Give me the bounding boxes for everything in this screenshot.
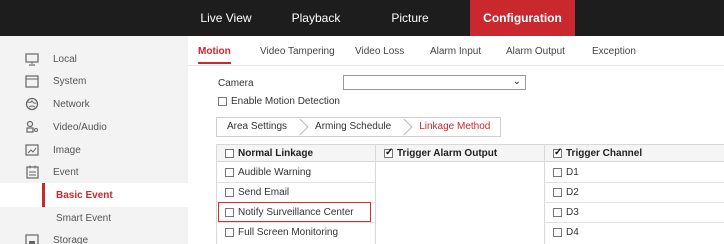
option-label: D2 (566, 186, 579, 198)
active-tab-underline (198, 62, 231, 64)
option-label: Full Screen Monitoring (238, 226, 339, 238)
step-linkage-method[interactable]: Linkage Method (409, 118, 500, 136)
camera-label: Camera (218, 78, 254, 89)
sidebar-item-smart-event[interactable]: Smart Event (0, 206, 188, 230)
enable-motion-detection-checkbox[interactable] (218, 97, 227, 106)
sidebar-item-system[interactable]: System (0, 69, 188, 93)
tab-motion[interactable]: Motion (198, 46, 231, 57)
header-label: Trigger Alarm Output (397, 148, 498, 159)
nav-configuration[interactable]: Configuration (470, 0, 575, 36)
storage-icon (24, 232, 40, 244)
table-row: Send Email D2 (217, 182, 724, 202)
sidebar-item-video-audio[interactable]: Video/Audio (0, 115, 188, 139)
table-row: Full Screen Monitoring D4 (217, 222, 724, 242)
sidebar-item-label: System (53, 75, 87, 87)
channel-d3-checkbox[interactable] (553, 207, 562, 217)
sidebar-item-label: Event (53, 166, 79, 178)
camera-select[interactable]: ⌄ (343, 75, 526, 90)
sidebar-item-label: Video/Audio (53, 121, 107, 133)
tab-exception[interactable]: Exception (592, 46, 636, 57)
sidebar-item-label: Network (53, 98, 90, 110)
sidebar-item-basic-event[interactable]: Basic Event (0, 183, 188, 207)
header-label: Trigger Channel (566, 148, 643, 159)
enable-motion-detection-label: Enable Motion Detection (231, 96, 340, 107)
tab-alarm-input[interactable]: Alarm Input (430, 46, 481, 57)
image-icon (24, 142, 40, 158)
sidebar-item-local[interactable]: Local (0, 47, 188, 71)
step-separator (401, 118, 409, 136)
sidebar-item-network[interactable]: Network (0, 92, 188, 116)
top-nav-bar: Live View Playback Picture Configuration (0, 0, 724, 36)
channel-d1-option[interactable]: D1 (553, 162, 579, 182)
send-email-checkbox[interactable] (225, 187, 234, 197)
tab-video-loss[interactable]: Video Loss (355, 46, 404, 57)
step-area-settings[interactable]: Area Settings (217, 118, 297, 136)
sidebar-item-label: Local (53, 53, 77, 65)
nav-live-view[interactable]: Live View (196, 0, 256, 36)
linkage-table: Normal Linkage Trigger Alarm Output Trig… (216, 144, 724, 244)
notify-surveillance-center-highlight (218, 202, 371, 222)
globe-icon (24, 96, 40, 112)
channel-d2-checkbox[interactable] (553, 187, 562, 197)
tab-alarm-output[interactable]: Alarm Output (506, 46, 565, 57)
video-audio-icon (24, 119, 40, 135)
send-email-option[interactable]: Send Email (225, 182, 289, 202)
tab-divider (188, 65, 724, 66)
channel-d4-option[interactable]: D4 (553, 222, 579, 242)
table-row: Audible Warning D1 (217, 162, 724, 182)
header-label: Normal Linkage (238, 148, 314, 159)
audible-warning-option[interactable]: Audible Warning (225, 162, 311, 182)
linkage-table-header: Normal Linkage Trigger Alarm Output Trig… (217, 144, 724, 162)
nav-playback[interactable]: Playback (285, 0, 347, 36)
enable-motion-detection-row[interactable]: Enable Motion Detection (218, 96, 340, 107)
full-screen-monitoring-option[interactable]: Full Screen Monitoring (225, 222, 338, 242)
header-normal-linkage[interactable]: Normal Linkage (225, 145, 313, 162)
sidebar-item-storage[interactable]: Storage (0, 228, 188, 244)
header-trigger-alarm-output[interactable]: Trigger Alarm Output (384, 145, 497, 162)
full-screen-monitoring-checkbox[interactable] (225, 227, 234, 237)
chevron-down-icon: ⌄ (512, 76, 521, 87)
logo-area (0, 0, 188, 36)
channel-d1-checkbox[interactable] (553, 167, 562, 177)
sidebar-item-label: Image (53, 144, 81, 156)
option-label: D3 (566, 206, 579, 218)
settings-steps: Area Settings Arming Schedule Linkage Me… (216, 117, 502, 137)
sidebar-item-event[interactable]: Event (0, 160, 188, 184)
sidebar-item-label: Basic Event (56, 189, 113, 201)
channel-d3-option[interactable]: D3 (553, 202, 579, 222)
calendar-icon (24, 164, 40, 180)
normal-linkage-checkbox[interactable] (225, 149, 234, 158)
header-trigger-channel[interactable]: Trigger Channel (553, 145, 642, 162)
option-label: D1 (566, 166, 579, 178)
sidebar-item-label: Smart Event (56, 212, 112, 224)
step-arming-schedule[interactable]: Arming Schedule (305, 118, 401, 136)
option-label: D4 (566, 226, 579, 238)
monitor-icon (24, 51, 40, 67)
trigger-alarm-output-checkbox[interactable] (384, 147, 393, 158)
step-separator (297, 118, 305, 136)
audible-warning-checkbox[interactable] (225, 167, 234, 177)
sidebar: Local System Network Video/Audio Image E… (0, 36, 188, 244)
tab-video-tampering[interactable]: Video Tampering (260, 46, 335, 57)
system-icon (24, 73, 40, 89)
trigger-channel-checkbox[interactable] (553, 147, 562, 158)
nav-picture[interactable]: Picture (380, 0, 440, 36)
sidebar-item-image[interactable]: Image (0, 138, 188, 162)
option-label: Send Email (238, 186, 290, 198)
channel-d4-checkbox[interactable] (553, 227, 562, 237)
channel-d2-option[interactable]: D2 (553, 182, 579, 202)
option-label: Audible Warning (238, 166, 312, 178)
sidebar-item-label: Storage (53, 234, 89, 244)
